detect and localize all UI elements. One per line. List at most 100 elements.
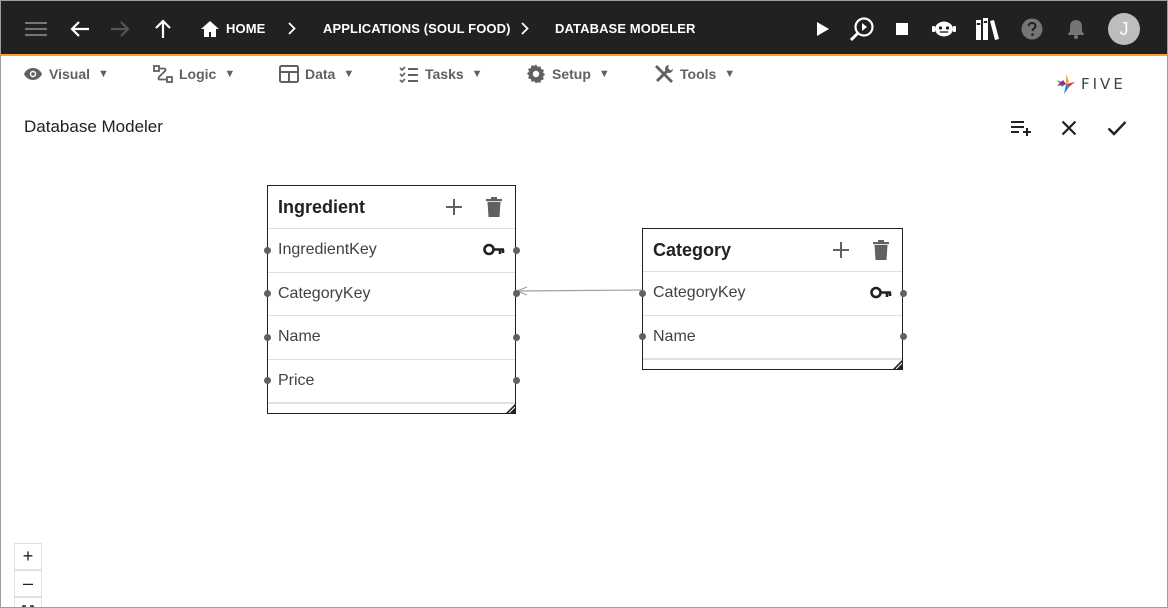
logo-text: FIVE	[1081, 75, 1126, 93]
breadcrumb-applications[interactable]: APPLICATIONS (SOUL FOOD)	[323, 1, 511, 56]
field-row[interactable]: Price	[263, 360, 520, 403]
add-field-button[interactable]	[441, 194, 467, 220]
menu-tasks[interactable]: Tasks ▼	[399, 58, 483, 90]
field-row[interactable]: IngredientKey	[263, 229, 520, 273]
zoom-in-button[interactable]: +	[14, 543, 42, 570]
bell-icon[interactable]	[1065, 1, 1087, 56]
avatar[interactable]: J	[1108, 13, 1140, 45]
delete-table-button[interactable]	[868, 237, 894, 263]
gear-icon	[526, 64, 546, 84]
field-name: Price	[278, 371, 315, 389]
connector-point[interactable]	[263, 333, 271, 341]
connector-point[interactable]	[263, 377, 271, 385]
table-icon	[279, 65, 299, 83]
connector-point[interactable]	[263, 290, 271, 298]
resize-handle-icon[interactable]	[506, 404, 515, 413]
logic-icon	[153, 65, 173, 83]
field-name: Name	[653, 327, 696, 345]
caret-icon: ▼	[471, 68, 483, 80]
breadcrumb-database-modeler: DATABASE MODELER	[555, 21, 696, 36]
zoom-out-button[interactable]: –	[14, 570, 42, 597]
library-icon[interactable]	[973, 1, 1003, 56]
trash-icon	[486, 197, 502, 217]
delete-table-button[interactable]	[481, 194, 507, 220]
add-list-button[interactable]	[1006, 113, 1036, 143]
field-name: Name	[278, 328, 321, 346]
connector-point[interactable]	[512, 246, 520, 254]
breadcrumb-home[interactable]: HOME	[226, 1, 265, 56]
five-logo: FIVE	[1055, 70, 1126, 98]
chevron-right-icon	[518, 1, 532, 56]
menu-tools[interactable]: Tools ▼	[654, 58, 735, 90]
connector-point[interactable]	[512, 333, 520, 341]
chevron-right-icon	[285, 1, 299, 56]
forward-arrow-icon[interactable]	[107, 1, 133, 56]
modeler-canvas[interactable]: Ingredient IngredientKey CategoryKey Nam…	[1, 151, 1167, 607]
search-debug-icon[interactable]	[847, 1, 877, 56]
top-app-bar: HOME APPLICATIONS (SOUL FOOD) DATABASE M…	[1, 1, 1167, 56]
chat-bot-icon[interactable]	[929, 1, 959, 56]
add-field-button[interactable]	[828, 237, 854, 263]
connector-point[interactable]	[263, 246, 271, 254]
key-icon	[483, 243, 505, 256]
check-icon	[1107, 121, 1127, 136]
stop-icon[interactable]	[891, 1, 913, 56]
table-title: Category	[653, 239, 732, 260]
menu-data[interactable]: Data ▼	[279, 58, 354, 90]
table-ingredient[interactable]: Ingredient IngredientKey CategoryKey Nam…	[263, 185, 520, 414]
connector-point[interactable]	[899, 333, 907, 341]
caret-icon: ▼	[98, 68, 109, 80]
field-row[interactable]: Name	[263, 316, 520, 360]
fit-view-icon	[22, 604, 34, 607]
table-header: Category	[643, 229, 902, 272]
table-footer	[268, 403, 515, 413]
menu-tasks-label: Tasks	[425, 66, 464, 82]
back-arrow-icon[interactable]	[67, 1, 93, 56]
field-name: CategoryKey	[653, 284, 746, 302]
menu-icon[interactable]	[21, 1, 51, 56]
menu-visual[interactable]: Visual ▼	[23, 58, 109, 90]
main-menu-bar: Visual ▼ Logic ▼ Data ▼ Tasks ▼ Setup ▼ …	[1, 58, 1167, 90]
up-arrow-icon[interactable]	[151, 1, 175, 56]
menu-visual-label: Visual	[49, 66, 90, 82]
play-icon[interactable]	[811, 1, 835, 56]
tools-icon	[655, 65, 673, 83]
trash-icon	[873, 240, 889, 260]
field-name: IngredientKey	[278, 241, 377, 259]
menu-tools-label: Tools	[680, 66, 717, 82]
plus-icon	[446, 199, 462, 215]
table-header: Ingredient	[268, 186, 515, 229]
tasks-icon	[399, 66, 418, 83]
menu-logic-label: Logic	[179, 66, 217, 82]
connector-point[interactable]	[638, 333, 646, 341]
field-name: CategoryKey	[278, 284, 371, 302]
app-window: HOME APPLICATIONS (SOUL FOOD) DATABASE M…	[0, 0, 1168, 608]
menu-setup-label: Setup	[552, 66, 591, 82]
save-button[interactable]	[1102, 113, 1132, 143]
caret-icon: ▼	[224, 68, 236, 80]
add-list-icon	[1011, 121, 1031, 136]
zoom-controls: + –	[14, 543, 42, 607]
menu-data-label: Data	[305, 66, 336, 82]
help-icon[interactable]	[1019, 1, 1045, 56]
table-category[interactable]: Category CategoryKey Name	[638, 228, 907, 370]
close-icon	[1061, 120, 1077, 136]
caret-icon: ▼	[598, 68, 610, 80]
field-row[interactable]: CategoryKey	[263, 273, 520, 316]
menu-setup[interactable]: Setup ▼	[526, 58, 610, 90]
home-icon[interactable]	[199, 1, 221, 56]
connector-point[interactable]	[638, 289, 646, 297]
relationship-connector	[516, 286, 642, 296]
resize-handle-icon[interactable]	[893, 360, 902, 369]
menu-logic[interactable]: Logic ▼	[153, 58, 235, 90]
connector-point[interactable]	[512, 377, 520, 385]
close-button[interactable]	[1054, 113, 1084, 143]
key-icon	[870, 286, 892, 299]
connector-point[interactable]	[512, 290, 520, 298]
plus-icon	[833, 242, 849, 258]
connector-point[interactable]	[899, 289, 907, 297]
table-footer	[643, 359, 902, 369]
field-row[interactable]: CategoryKey	[638, 272, 907, 316]
field-row[interactable]: Name	[638, 316, 907, 359]
fit-view-button[interactable]	[14, 597, 42, 607]
